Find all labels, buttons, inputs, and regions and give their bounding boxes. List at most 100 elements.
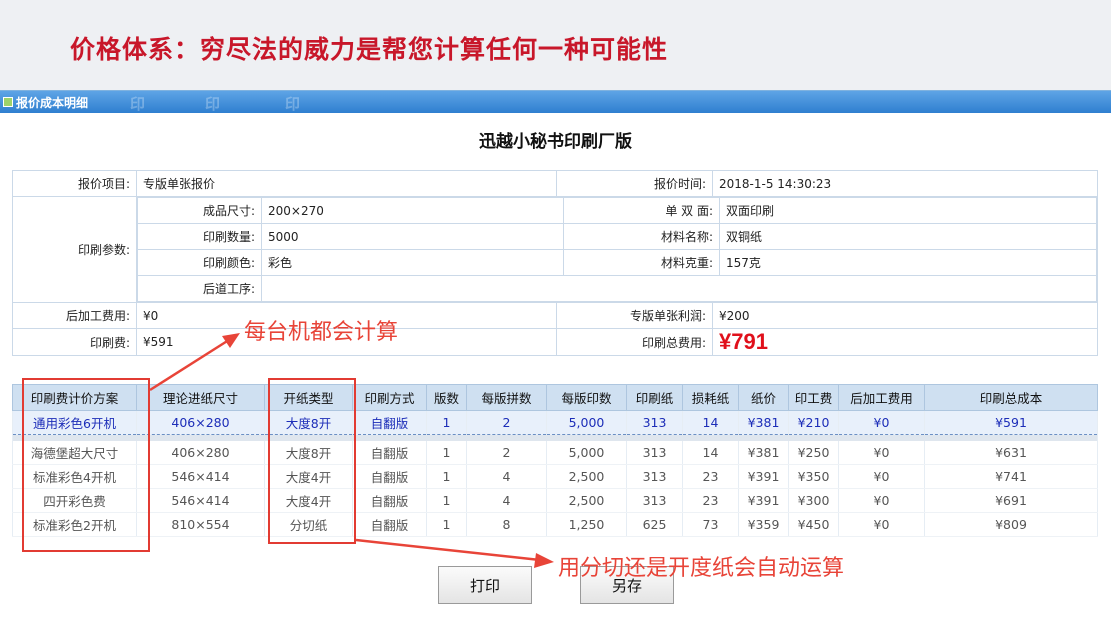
watermark-text: 印	[285, 95, 301, 113]
cell: 自翻版	[352, 464, 427, 489]
sides-label: 单 双 面:	[563, 197, 720, 224]
highlight-box-schemes	[22, 378, 150, 552]
cell: 313	[626, 488, 683, 513]
qty-label: 印刷数量:	[137, 223, 262, 250]
col-paper: 印刷纸	[626, 384, 683, 411]
cell: 14	[682, 440, 739, 465]
cell: 23	[682, 488, 739, 513]
col-paper-price: 纸价	[738, 384, 789, 411]
profit-value: ¥200	[712, 302, 1098, 329]
color-label: 印刷颜色:	[137, 249, 262, 276]
cell: 5,000	[546, 410, 627, 435]
params-block: 成品尺寸: 200×270 单 双 面: 双面印刷 印刷数量: 5000 材料名…	[136, 196, 1098, 303]
cell: 313	[626, 464, 683, 489]
watermark-text: 印	[130, 95, 146, 113]
slide-title: 价格体系：穷尽法的威力是帮您计算任何一种可能性	[70, 35, 669, 64]
cell: ¥381	[738, 440, 789, 465]
table-row[interactable]: 标准彩色4开机 546×414 大度4开 自翻版 1 4 2,500 313 2…	[12, 464, 1098, 489]
cell: 1	[426, 512, 467, 537]
window-icon	[3, 97, 13, 107]
table-row[interactable]: 海德堡超大尺寸 406×280 大度8开 自翻版 1 2 5,000 313 1…	[12, 440, 1098, 465]
cell: 1	[426, 464, 467, 489]
quote-info-table: 报价项目: 专版单张报价 报价时间: 2018-1-5 14:30:23 印刷参…	[12, 170, 1098, 356]
cell: ¥391	[738, 488, 789, 513]
cell: 自翻版	[352, 512, 427, 537]
postfee-label: 后加工费用:	[12, 302, 137, 329]
highlight-box-cut-types	[268, 378, 356, 544]
cell: 4	[466, 464, 547, 489]
cell: 313	[626, 440, 683, 465]
pricing-scheme-table: 印刷费计价方案 理论进纸尺寸 开纸类型 印刷方式 版数 每版拼数 每版印数 印刷…	[12, 384, 1098, 537]
cell: 1	[426, 410, 467, 435]
cell: ¥631	[924, 440, 1098, 465]
cell: ¥300	[788, 488, 839, 513]
weight-label: 材料克重:	[563, 249, 720, 276]
post-value	[261, 275, 1097, 302]
color-value: 彩色	[261, 249, 564, 276]
cell: 313	[626, 410, 683, 435]
cell: 1,250	[546, 512, 627, 537]
table-row-best[interactable]: 通用彩色6开机 406×280 大度8开 自翻版 1 2 5,000 313 1…	[12, 410, 1098, 435]
cell: ¥350	[788, 464, 839, 489]
cell: 2	[466, 410, 547, 435]
col-impressions: 每版印数	[546, 384, 627, 411]
window-title: 报价成本明细	[16, 95, 89, 110]
col-labor: 印工费	[788, 384, 839, 411]
cell: 14	[682, 410, 739, 435]
col-waste: 损耗纸	[682, 384, 739, 411]
cell: ¥0	[838, 488, 925, 513]
window-titlebar[interactable]: 报价成本明细 印 印 印	[0, 91, 1111, 113]
pricing-header-row: 印刷费计价方案 理论进纸尺寸 开纸类型 印刷方式 版数 每版拼数 每版印数 印刷…	[12, 384, 1098, 411]
weight-value: 157克	[719, 249, 1097, 276]
cell: 自翻版	[352, 440, 427, 465]
item-value: 专版单张报价	[136, 170, 557, 197]
table-row[interactable]: 标准彩色2开机 810×554 分切纸 自翻版 1 8 1,250 625 73…	[12, 512, 1098, 537]
cell: 625	[626, 512, 683, 537]
cell: ¥250	[788, 440, 839, 465]
cell: 2	[466, 440, 547, 465]
col-total-cost: 印刷总成本	[924, 384, 1098, 411]
cell: 73	[682, 512, 739, 537]
cell: 1	[426, 440, 467, 465]
report-title: 迅越小秘书印刷厂版	[479, 132, 632, 152]
cell: 546×414	[136, 464, 265, 489]
cell: 1	[426, 488, 467, 513]
cell: ¥210	[788, 410, 839, 435]
col-print-method: 印刷方式	[352, 384, 427, 411]
col-plates: 版数	[426, 384, 467, 411]
cell: 406×280	[136, 410, 265, 435]
cell: ¥0	[838, 440, 925, 465]
annotation-paper: 用分切还是开度纸会自动运算	[558, 556, 845, 581]
table-row[interactable]: 四开彩色费 546×414 大度4开 自翻版 1 4 2,500 313 23 …	[12, 488, 1098, 513]
printfee-label: 印刷费:	[12, 328, 137, 356]
cell: 自翻版	[352, 488, 427, 513]
print-button[interactable]: 打印	[438, 566, 532, 604]
params-label: 印刷参数:	[12, 196, 137, 303]
post-label: 后道工序:	[137, 275, 262, 302]
col-feed-size: 理论进纸尺寸	[136, 384, 265, 411]
cell: 546×414	[136, 488, 265, 513]
cell: ¥0	[838, 512, 925, 537]
item-label: 报价项目:	[12, 170, 137, 197]
material-value: 双铜纸	[719, 223, 1097, 250]
cell: ¥691	[924, 488, 1098, 513]
cell: 2,500	[546, 488, 627, 513]
col-post-fee: 后加工费用	[838, 384, 925, 411]
profit-label: 专版单张利润:	[556, 302, 713, 329]
annotation-machines: 每台机都会计算	[244, 320, 399, 345]
total-label: 印刷总费用:	[556, 328, 713, 356]
cell: 5,000	[546, 440, 627, 465]
cell: 自翻版	[352, 410, 427, 435]
cell: 4	[466, 488, 547, 513]
cell: ¥0	[838, 464, 925, 489]
material-label: 材料名称:	[563, 223, 720, 250]
watermark-text: 印	[205, 95, 221, 113]
time-label: 报价时间:	[556, 170, 713, 197]
cell: 810×554	[136, 512, 265, 537]
col-ups: 每版拼数	[466, 384, 547, 411]
cell: ¥359	[738, 512, 789, 537]
total-value: ¥791	[719, 329, 768, 354]
size-label: 成品尺寸:	[137, 197, 262, 224]
cell: ¥741	[924, 464, 1098, 489]
cell: ¥591	[924, 410, 1098, 435]
